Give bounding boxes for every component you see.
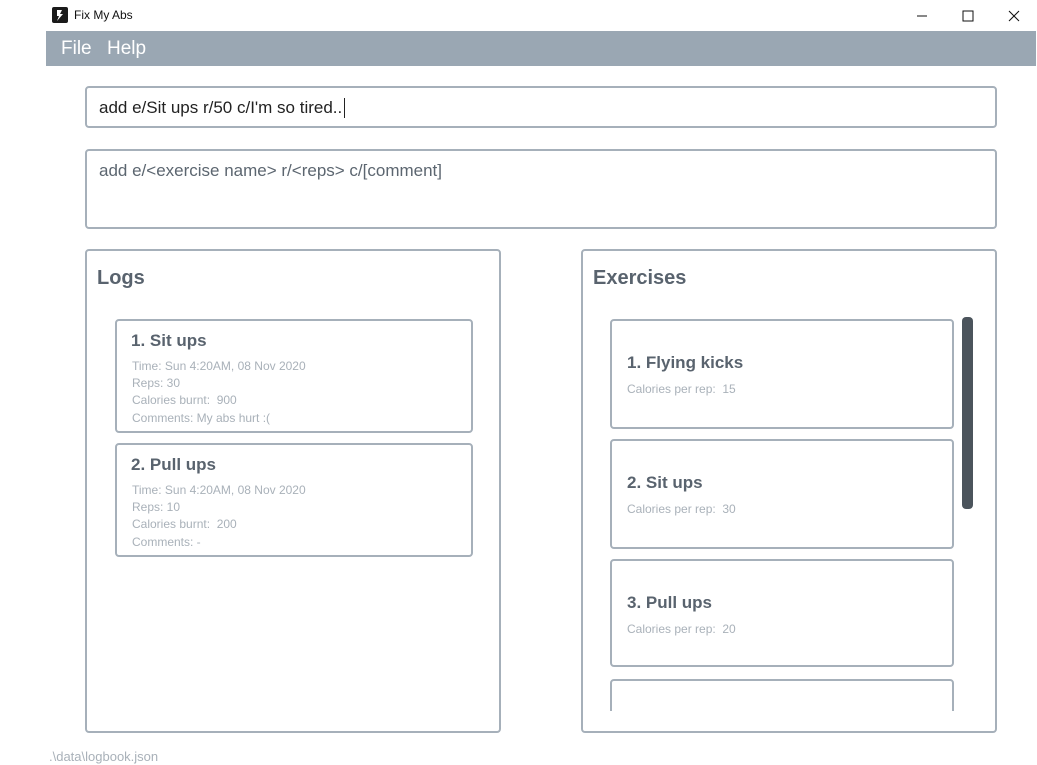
menu-help[interactable]: Help xyxy=(107,38,146,60)
text-caret xyxy=(344,98,345,118)
log-card-reps: Reps: 30 xyxy=(132,376,181,390)
exercises-panel-title: Exercises xyxy=(593,267,687,289)
close-button[interactable] xyxy=(991,0,1037,31)
exercise-card-calories: Calories per rep: 15 xyxy=(627,382,736,396)
exercise-card-calories: Calories per rep: 20 xyxy=(627,622,736,636)
log-card-title: 1. Sit ups xyxy=(131,331,207,350)
exercise-list-scrollbar[interactable] xyxy=(962,317,973,509)
app-logo-icon xyxy=(52,7,68,23)
exercise-card-title: 2. Sit ups xyxy=(627,473,703,492)
logs-panel: Logs 1. Sit ups Time: Sun 4:20AM, 08 Nov… xyxy=(85,249,501,733)
exercise-card-title: 1. Flying kicks xyxy=(627,353,744,372)
close-icon xyxy=(1008,10,1020,21)
window-title: Fix My Abs xyxy=(74,8,133,22)
status-file-path: .\data\logbook.json xyxy=(49,749,159,764)
exercises-panel: Exercises 1. Flying kicks Calories per r… xyxy=(581,249,997,733)
minimize-icon xyxy=(917,15,927,16)
maximize-button[interactable] xyxy=(945,0,991,31)
log-card-calories: Calories burnt: 900 xyxy=(132,393,237,407)
menu-bar: File Help xyxy=(46,31,1036,66)
minimize-button[interactable] xyxy=(899,0,945,31)
exercise-card[interactable]: 2. Sit ups Calories per rep: 30 xyxy=(610,439,954,549)
menu-file[interactable]: File xyxy=(61,38,92,60)
exercise-list[interactable]: 1. Flying kicks Calories per rep: 15 2. … xyxy=(583,317,995,711)
log-card-reps: Reps: 10 xyxy=(132,500,181,514)
log-card-calories: Calories burnt: 200 xyxy=(132,517,237,531)
log-card-time: Time: Sun 4:20AM, 08 Nov 2020 xyxy=(132,483,306,497)
exercise-card-partial[interactable] xyxy=(610,679,954,711)
log-card-time: Time: Sun 4:20AM, 08 Nov 2020 xyxy=(132,359,306,373)
exercise-card-calories: Calories per rep: 30 xyxy=(627,502,736,516)
exercise-card[interactable]: 3. Pull ups Calories per rep: 20 xyxy=(610,559,954,667)
log-card-title: 2. Pull ups xyxy=(131,455,217,474)
maximize-icon xyxy=(962,10,974,21)
result-display: add e/<exercise name> r/<reps> c/[commen… xyxy=(85,149,997,229)
log-card-comments: Comments: - xyxy=(132,535,201,549)
exercise-card-title: 3. Pull ups xyxy=(627,593,713,612)
command-input[interactable]: add e/Sit ups r/50 c/I'm so tired.. xyxy=(85,86,997,128)
logs-panel-title: Logs xyxy=(97,267,145,289)
log-card[interactable]: 2. Pull ups Time: Sun 4:20AM, 08 Nov 202… xyxy=(115,443,473,557)
command-input-value: add e/Sit ups r/50 c/I'm so tired.. xyxy=(99,98,343,117)
result-text: add e/<exercise name> r/<reps> c/[commen… xyxy=(99,161,443,180)
title-bar: Fix My Abs xyxy=(0,0,1037,31)
log-card[interactable]: 1. Sit ups Time: Sun 4:20AM, 08 Nov 2020… xyxy=(115,319,473,433)
log-card-comments: Comments: My abs hurt :( xyxy=(132,411,271,425)
exercise-card[interactable]: 1. Flying kicks Calories per rep: 15 xyxy=(610,319,954,429)
